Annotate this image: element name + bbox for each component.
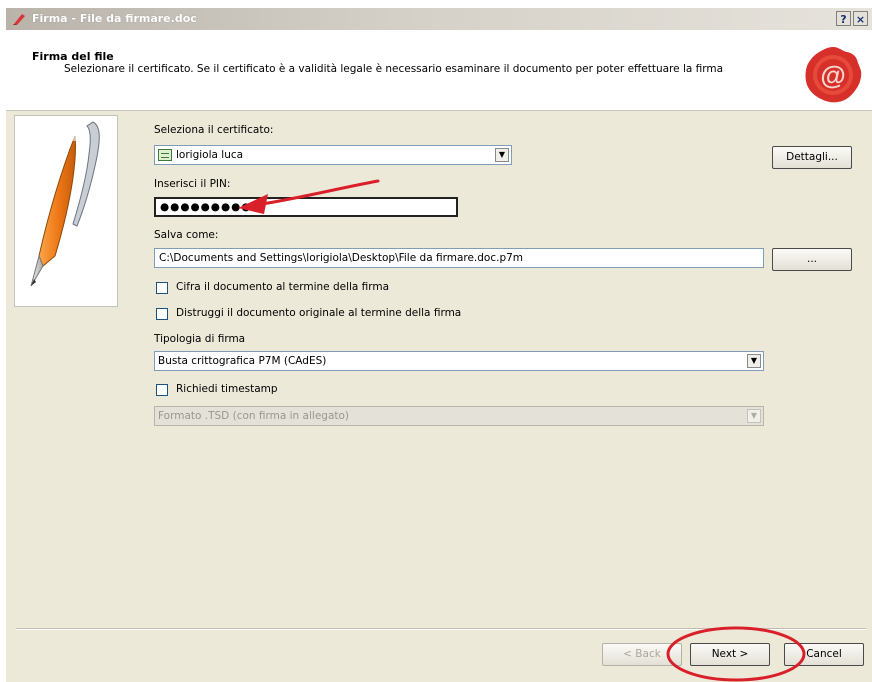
save-as-label: Salva come: [154,229,219,241]
svg-text:@: @ [820,60,845,90]
app-icon [13,14,25,25]
timestamp-format-select: Formato .TSD (con firma in allegato) ▼ [154,406,764,426]
details-button[interactable]: Dettagli... [772,146,852,169]
pin-input[interactable]: ●●●●●●●●● [154,197,458,217]
encrypt-checkbox[interactable] [156,282,168,294]
certificate-value: lorigiola luca [176,149,244,161]
title-bar: Firma - File da firmare.doc ? × [6,8,872,30]
browse-button[interactable]: ... [772,248,852,271]
encrypt-label: Cifra il documento al termine della firm… [176,281,390,293]
window-title: Firma - File da firmare.doc [32,12,197,25]
certificate-select[interactable]: lorigiola luca ▼ [154,145,512,165]
chevron-down-icon: ▼ [747,409,761,423]
timestamp-checkbox[interactable] [156,384,168,396]
wizard-header: Firma del file Selezionare il certificat… [6,30,872,111]
destroy-original-checkbox[interactable] [156,308,168,320]
help-button[interactable]: ? [836,11,851,26]
close-button[interactable]: × [853,11,868,26]
page-title: Firma del file [32,50,114,63]
footer-divider [16,628,866,630]
chevron-down-icon[interactable]: ▼ [747,354,761,368]
back-button: < Back [602,643,682,666]
wax-seal-icon: @ [805,47,862,103]
timestamp-label: Richiedi timestamp [176,383,278,395]
pin-label: Inserisci il PIN: [154,178,231,190]
next-button[interactable]: Next > [690,643,770,666]
pen-icon [30,121,100,287]
signature-type-select[interactable]: Busta crittografica P7M (CAdES) ▼ [154,351,764,371]
destroy-original-label: Distruggi il documento originale al term… [176,307,462,319]
signature-type-value: Busta crittografica P7M (CAdES) [158,355,327,367]
signing-dialog: Firma - File da firmare.doc ? × Firma de… [6,8,872,682]
wizard-side-image [14,115,118,307]
cancel-button[interactable]: Cancel [784,643,864,666]
certificate-icon [158,149,172,161]
certificate-label: Seleziona il certificato: [154,124,274,136]
save-as-input[interactable]: C:\Documents and Settings\lorigiola\Desk… [154,248,764,268]
chevron-down-icon[interactable]: ▼ [495,148,509,162]
signature-type-label: Tipologia di firma [154,333,246,345]
timestamp-format-value: Formato .TSD (con firma in allegato) [158,410,350,422]
page-subtitle: Selezionare il certificato. Se il certif… [64,63,724,75]
